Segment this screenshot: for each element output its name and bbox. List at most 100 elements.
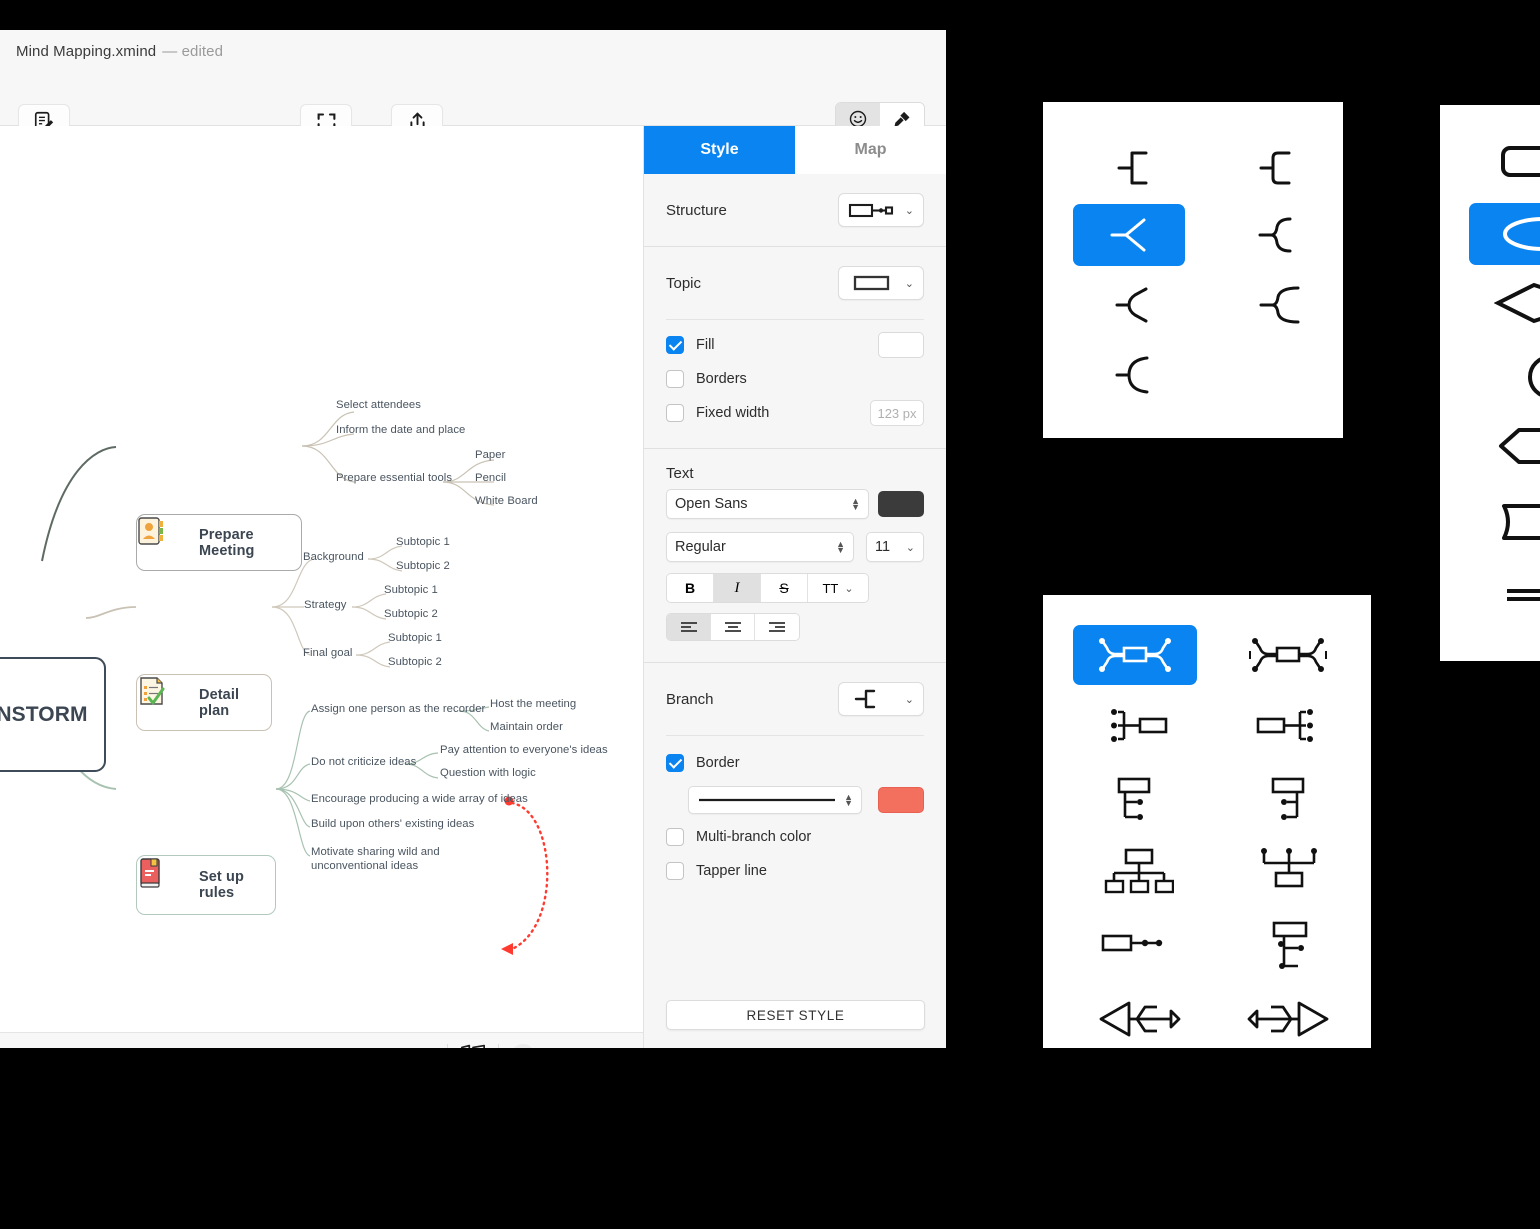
checklist-document-icon: [140, 677, 185, 720]
subtopic-leaf[interactable]: Paper: [475, 449, 505, 461]
solid-line-icon: [699, 798, 835, 802]
text-case-button[interactable]: TT ⌄: [808, 574, 868, 602]
chevron-down-icon: ⌄: [905, 541, 915, 554]
main-topic-label: Prepare Meeting: [199, 526, 255, 559]
format-panel: Style Map Structure ⌄ Topic ⌄ Fill Borde…: [643, 126, 946, 1048]
font-size-select[interactable]: 11 ⌄: [866, 532, 924, 562]
multi-branch-color-checkbox[interactable]: [666, 828, 684, 846]
subtopic-leaf[interactable]: Background: [303, 551, 364, 563]
tapper-line-checkbox[interactable]: [666, 862, 684, 880]
subtopic-leaf[interactable]: Prepare essential tools: [336, 472, 452, 484]
fixed-width-input[interactable]: 123 px: [870, 400, 924, 426]
structure-option-map-left[interactable]: [1081, 699, 1191, 753]
structure-option-tree-left[interactable]: [1091, 771, 1187, 827]
branch-option-curly-fork[interactable]: [1233, 204, 1323, 266]
font-weight-select[interactable]: Regular ▲ ▼: [666, 532, 854, 562]
main-topic-detail-plan[interactable]: Detail plan: [136, 674, 272, 731]
subtopic-leaf[interactable]: Do not criticize ideas: [311, 756, 416, 768]
font-color-swatch[interactable]: [878, 491, 924, 517]
subtopic-leaf[interactable]: Subtopic 1: [396, 536, 450, 548]
structure-option-org-chart-down[interactable]: [1087, 843, 1191, 899]
branch-option-straight-fork[interactable]: [1073, 204, 1185, 266]
mindmap-canvas[interactable]: NSTORM Prepare Meeting Detail plan Set u…: [0, 126, 643, 1032]
structure-option-org-chart-up[interactable]: [1237, 843, 1341, 899]
branch-style-select[interactable]: ⌄: [838, 682, 924, 716]
branch-border-checkbox[interactable]: [666, 754, 684, 772]
branch-border-color-swatch[interactable]: [878, 787, 924, 813]
font-family-value: Open Sans: [675, 496, 748, 512]
document-title: Mind Mapping.xmind — edited: [16, 43, 223, 60]
subtopic-leaf[interactable]: Build upon others' existing ideas: [311, 818, 474, 830]
structure-option-balanced-map-arrows[interactable]: [1228, 625, 1348, 685]
subtopic-leaf[interactable]: Final goal: [303, 647, 352, 659]
structure-select[interactable]: ⌄: [838, 193, 924, 227]
structure-option-logic-right[interactable]: [1087, 915, 1191, 971]
subtopic-leaf[interactable]: Subtopic 1: [388, 632, 442, 644]
font-family-stepper: ▲ ▼: [851, 495, 860, 512]
central-topic-label: NSTORM: [0, 702, 88, 726]
subtopic-leaf[interactable]: Host the meeting: [490, 698, 576, 710]
bold-button[interactable]: B: [667, 574, 714, 602]
fill-color-swatch[interactable]: [878, 332, 924, 358]
subtopic-leaf[interactable]: Maintain order: [490, 721, 563, 733]
topic-option-rounded-rectangle[interactable]: [1490, 135, 1540, 187]
align-left-button[interactable]: [667, 614, 711, 640]
structure-option-map-right[interactable]: [1233, 699, 1343, 753]
main-topic-prepare-meeting[interactable]: Prepare Meeting: [136, 514, 302, 571]
fill-checkbox[interactable]: [666, 336, 684, 354]
branch-label: Branch: [666, 690, 714, 708]
structure-option-balanced-map[interactable]: [1073, 625, 1197, 685]
structure-option-fishbone-left[interactable]: [1083, 991, 1195, 1047]
subtopic-leaf[interactable]: Inform the date and place: [336, 424, 465, 436]
branch-line-style-select[interactable]: ▲ ▼: [688, 786, 862, 814]
italic-button[interactable]: I: [714, 574, 761, 602]
subtopic-leaf[interactable]: Pencil: [475, 472, 506, 484]
branch-option-square-bracket[interactable]: [1091, 137, 1181, 199]
structure-option-tree-right[interactable]: [1239, 771, 1335, 827]
text-align-row: [644, 608, 946, 646]
fill-row: Fill: [644, 320, 946, 362]
topic-option-diamond[interactable]: [1484, 277, 1540, 329]
subtopic-leaf[interactable]: Subtopic 2: [384, 608, 438, 620]
tab-style[interactable]: Style: [644, 126, 795, 174]
subtopic-leaf[interactable]: Question with logic: [440, 767, 536, 779]
topic-option-chevron-tag[interactable]: [1484, 420, 1540, 472]
subtopic-leaf[interactable]: Subtopic 1: [384, 584, 438, 596]
topic-shape-select[interactable]: ⌄: [838, 266, 924, 300]
fixed-width-checkbox[interactable]: [666, 404, 684, 422]
reset-style-button[interactable]: RESET STYLE: [666, 1000, 925, 1030]
main-topic-set-up-rules[interactable]: Set up rules: [136, 855, 276, 915]
topic-option-barrel[interactable]: [1487, 495, 1540, 549]
subtopic-leaf[interactable]: Encourage producing a wide array of idea…: [311, 793, 528, 805]
align-center-button[interactable]: [711, 614, 755, 640]
strikethrough-button[interactable]: S: [761, 574, 808, 602]
subtopic-leaf[interactable]: Select attendees: [336, 399, 421, 411]
central-topic-node[interactable]: NSTORM: [0, 657, 106, 772]
branch-row: Branch ⌄: [644, 663, 946, 735]
topic-option-underline[interactable]: [1490, 575, 1540, 615]
branch-option-arc[interactable]: [1091, 344, 1181, 406]
subtopic-leaf[interactable]: Pay attention to everyone's ideas: [440, 744, 608, 756]
subtopic-leaf[interactable]: White Board: [475, 495, 538, 507]
tab-map[interactable]: Map: [795, 126, 946, 174]
subtopic-leaf[interactable]: Subtopic 2: [396, 560, 450, 572]
main-topic-label: Set up rules: [199, 869, 244, 901]
structure-option-fishbone-right[interactable]: [1233, 991, 1345, 1047]
chevron-down-icon: ⌄: [904, 204, 914, 217]
subtopic-leaf[interactable]: Subtopic 2: [388, 656, 442, 668]
branch-option-wide-curly-fork[interactable]: [1233, 274, 1333, 336]
subtopic-leaf[interactable]: Motivate sharing wild and unconventional…: [311, 845, 506, 873]
branch-option-angled-fork[interactable]: [1091, 274, 1181, 336]
align-right-button[interactable]: [755, 614, 799, 640]
topic-option-circle[interactable]: [1495, 350, 1540, 404]
tapper-line-row: Tapper line: [644, 854, 946, 888]
chevron-down-icon: ⌄: [904, 277, 914, 290]
topic-option-ellipse[interactable]: [1469, 203, 1540, 265]
structure-option-tree-table[interactable]: [1239, 915, 1343, 977]
branch-option-rounded-bracket[interactable]: [1233, 137, 1323, 199]
font-family-select[interactable]: Open Sans ▲ ▼: [666, 489, 869, 519]
borders-checkbox[interactable]: [666, 370, 684, 388]
subtopic-leaf[interactable]: Assign one person as the recorder: [311, 703, 485, 715]
subtopic-leaf[interactable]: Strategy: [304, 599, 346, 611]
branch-elbow-icon: [854, 689, 876, 709]
